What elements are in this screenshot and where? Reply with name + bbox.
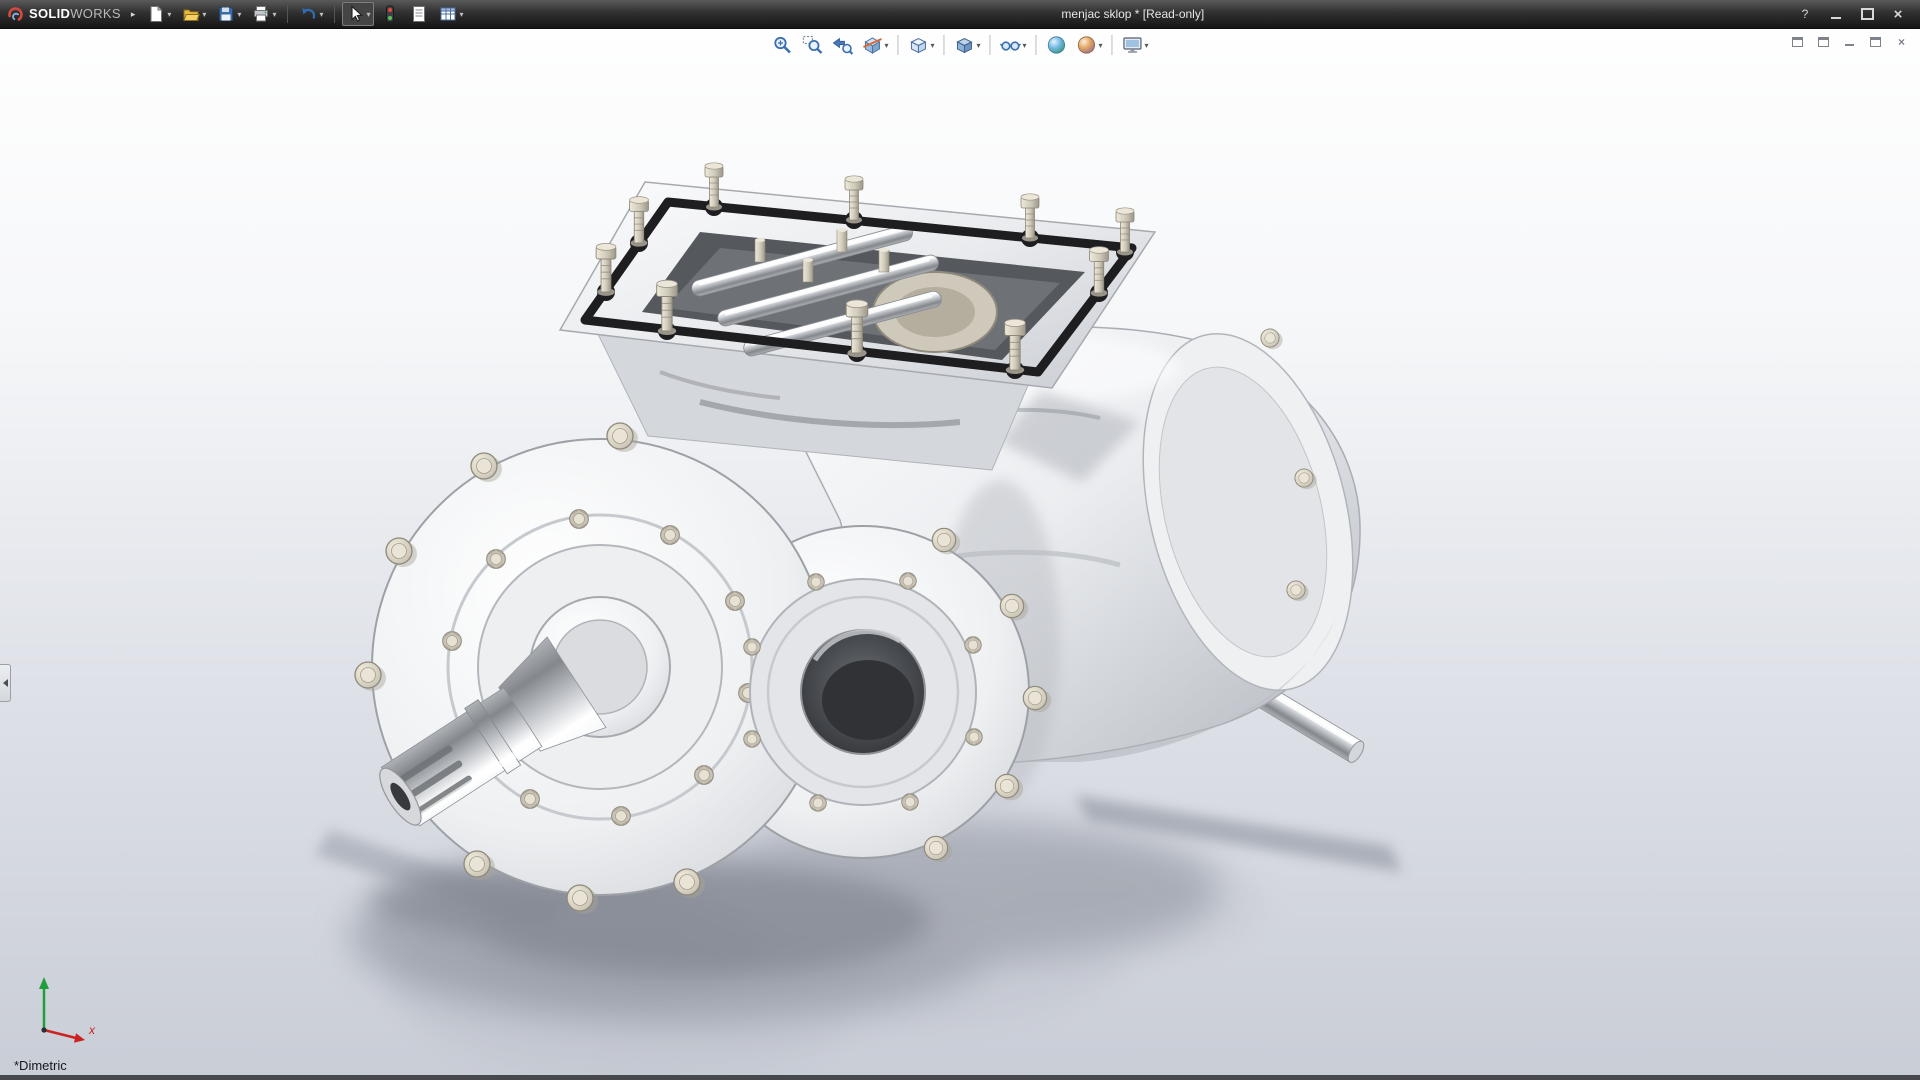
toolbar-separator bbox=[287, 5, 288, 23]
tile-windows-button[interactable] bbox=[1789, 34, 1806, 49]
view-settings-icon bbox=[1122, 34, 1144, 56]
main-toolbar: ▾ ▾ ▾ ▾ ▾ ▾ ▾ bbox=[143, 2, 467, 26]
zoom-to-area-button[interactable] bbox=[799, 33, 825, 57]
edit-appearance-icon bbox=[1046, 34, 1068, 56]
apply-scene-button[interactable]: ▾ bbox=[1074, 33, 1105, 57]
brand-works: WORKS bbox=[70, 6, 121, 21]
view-orientation-label: *Dimetric bbox=[14, 1058, 67, 1073]
save-button[interactable]: ▾ bbox=[213, 2, 245, 26]
dropdown-arrow[interactable]: ▾ bbox=[459, 10, 463, 19]
save-icon bbox=[217, 5, 235, 23]
screen-bottom-edge bbox=[0, 1075, 1920, 1080]
dropdown-arrow[interactable]: ▾ bbox=[167, 10, 171, 19]
file-properties-icon bbox=[410, 5, 428, 23]
open-icon bbox=[182, 5, 200, 23]
ds-logo-icon bbox=[7, 6, 24, 23]
minimize-button[interactable] bbox=[1824, 5, 1848, 23]
cascade-windows-icon bbox=[1818, 37, 1829, 47]
hide-show-items-icon bbox=[1000, 34, 1022, 56]
view-orientation-button[interactable]: ▾ bbox=[905, 33, 936, 57]
toolbar-separator bbox=[990, 35, 991, 55]
new-document-icon bbox=[147, 5, 165, 23]
options-icon bbox=[439, 5, 457, 23]
collapse-arrow-icon bbox=[3, 679, 8, 687]
display-style-button[interactable]: ▾ bbox=[951, 33, 982, 57]
dropdown-arrow[interactable]: ▾ bbox=[1023, 41, 1027, 50]
toolbar-separator bbox=[1036, 35, 1037, 55]
document-minimize-button[interactable] bbox=[1841, 34, 1858, 49]
dropdown-arrow[interactable]: ▾ bbox=[1145, 41, 1149, 50]
close-button[interactable]: × bbox=[1886, 5, 1910, 23]
apply-scene-icon bbox=[1076, 34, 1098, 56]
toolbar-separator bbox=[943, 35, 944, 55]
triad-x-label: x bbox=[88, 1023, 96, 1037]
undo-button[interactable]: ▾ bbox=[295, 2, 327, 26]
toolbar-separator bbox=[1112, 35, 1113, 55]
heads-up-view-toolbar: ▾ ▾ ▾ ▾ ▾ ▾ bbox=[769, 33, 1150, 57]
dropdown-arrow[interactable]: ▾ bbox=[930, 41, 934, 50]
help-button[interactable]: ? bbox=[1793, 5, 1817, 23]
display-style-icon bbox=[953, 34, 975, 56]
minimize-icon bbox=[1831, 17, 1841, 19]
featuremanager-collapse-tab[interactable] bbox=[0, 664, 11, 702]
orientation-triad: x bbox=[10, 968, 102, 1046]
tile-windows-icon bbox=[1792, 37, 1803, 47]
open-button[interactable]: ▾ bbox=[178, 2, 210, 26]
dropdown-arrow[interactable]: ▾ bbox=[272, 10, 276, 19]
document-close-button[interactable]: × bbox=[1893, 34, 1910, 49]
window-title: menjac sklop * [Read-only] bbox=[1061, 7, 1204, 21]
select-button[interactable]: ▾ bbox=[342, 2, 374, 26]
zoom-to-area-icon bbox=[801, 34, 823, 56]
options-button[interactable]: ▾ bbox=[435, 2, 467, 26]
3d-viewport[interactable] bbox=[0, 0, 1920, 1080]
triad-y-arrowhead bbox=[39, 977, 49, 989]
new-document-button[interactable]: ▾ bbox=[143, 2, 175, 26]
dropdown-arrow[interactable]: ▾ bbox=[1099, 41, 1103, 50]
dropdown-arrow[interactable]: ▾ bbox=[237, 10, 241, 19]
section-view-button[interactable]: ▾ bbox=[859, 33, 890, 57]
edit-appearance-button[interactable] bbox=[1044, 33, 1070, 57]
menu-expand-arrow[interactable]: ▸ bbox=[131, 9, 136, 20]
file-properties-button[interactable] bbox=[406, 2, 432, 26]
triad-origin bbox=[41, 1027, 46, 1032]
zoom-to-fit-icon bbox=[771, 34, 793, 56]
undo-icon bbox=[299, 5, 317, 23]
document-restore-icon bbox=[1870, 37, 1881, 47]
dropdown-arrow[interactable]: ▾ bbox=[319, 10, 323, 19]
print-icon bbox=[252, 5, 270, 23]
triad-x-arrowhead bbox=[74, 1033, 85, 1043]
select-cursor-icon bbox=[346, 5, 364, 23]
view-settings-button[interactable]: ▾ bbox=[1120, 33, 1151, 57]
rebuild-icon bbox=[381, 5, 399, 23]
dropdown-arrow[interactable]: ▾ bbox=[976, 41, 980, 50]
toolbar-separator bbox=[897, 35, 898, 55]
cascade-windows-button[interactable] bbox=[1815, 34, 1832, 49]
app-logo: SOLIDWORKS bbox=[0, 5, 129, 23]
dropdown-arrow[interactable]: ▾ bbox=[202, 10, 206, 19]
maximize-icon bbox=[1861, 8, 1874, 20]
dropdown-arrow[interactable]: ▾ bbox=[366, 10, 370, 19]
hide-show-items-button[interactable]: ▾ bbox=[998, 33, 1029, 57]
print-button[interactable]: ▾ bbox=[248, 2, 280, 26]
dropdown-arrow[interactable]: ▾ bbox=[884, 41, 888, 50]
triad-x-axis bbox=[44, 1030, 76, 1038]
titlebar: SOLIDWORKS ▸ ▾ ▾ ▾ ▾ ▾ ▾ bbox=[0, 0, 1920, 29]
section-view-icon bbox=[861, 34, 883, 56]
zoom-to-fit-button[interactable] bbox=[769, 33, 795, 57]
maximize-button[interactable] bbox=[1855, 5, 1879, 23]
brand-solid: SOLID bbox=[29, 6, 70, 21]
previous-view-button[interactable] bbox=[829, 33, 855, 57]
previous-view-icon bbox=[831, 34, 853, 56]
rebuild-button[interactable] bbox=[377, 2, 403, 26]
toolbar-separator bbox=[334, 5, 335, 23]
document-minimize-icon bbox=[1845, 44, 1854, 46]
document-window-controls: × bbox=[1789, 34, 1910, 49]
view-orientation-icon bbox=[907, 34, 929, 56]
document-restore-button[interactable] bbox=[1867, 34, 1884, 49]
window-controls: ? × bbox=[1793, 5, 1920, 23]
